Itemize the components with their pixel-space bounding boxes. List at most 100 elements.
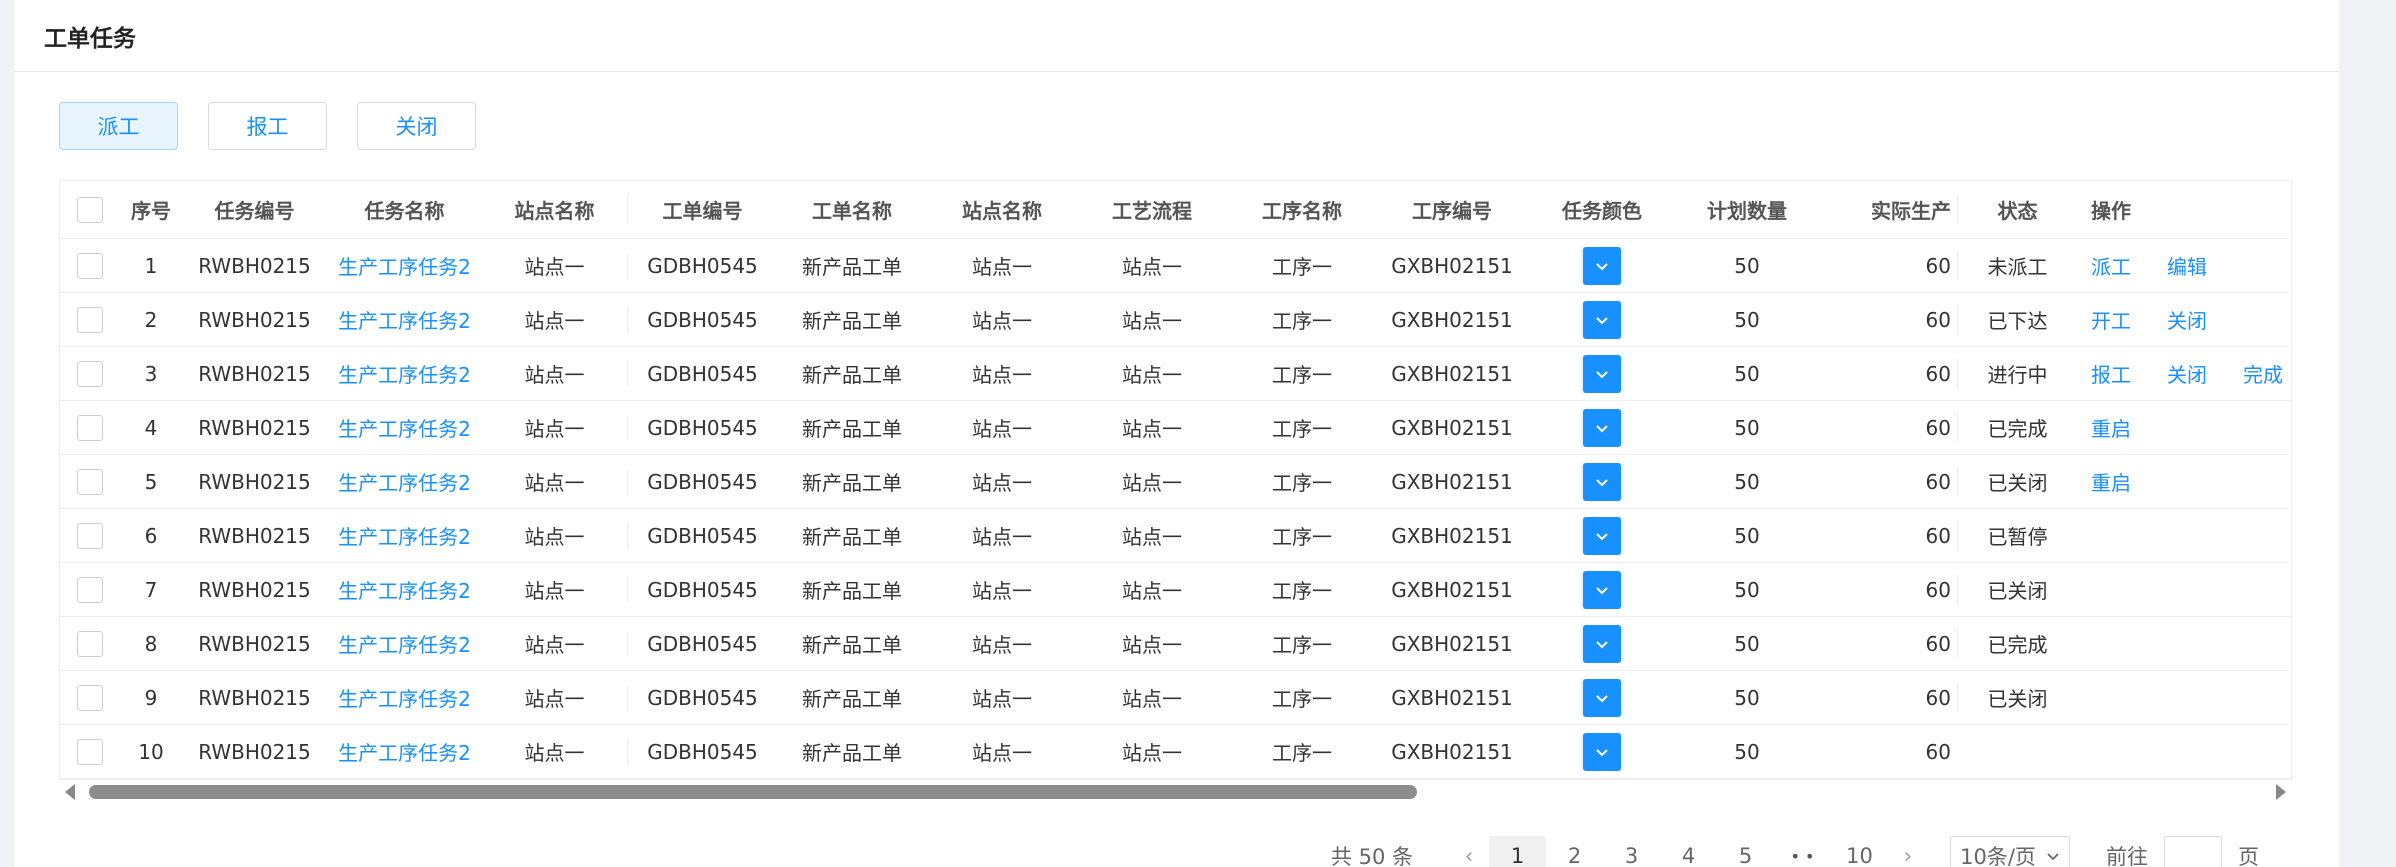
cell-wo-code: GDBH0545 [627, 523, 777, 548]
cell-task-code: RWBH0215 [198, 523, 311, 548]
task-color-picker[interactable] [1583, 354, 1621, 393]
row-checkbox[interactable] [77, 630, 103, 657]
task-name-link[interactable]: 生产工序任务2 [327, 575, 482, 604]
task-color-picker[interactable] [1583, 462, 1621, 501]
task-color-picker[interactable] [1583, 516, 1621, 555]
scroll-thumb[interactable] [89, 785, 1417, 799]
cell-wo-name: 新产品工单 [802, 417, 902, 441]
prev-page-button[interactable]: ‹ [1449, 844, 1489, 867]
task-name-link[interactable]: 生产工序任务2 [327, 305, 482, 334]
task-name-link[interactable]: 生产工序任务2 [327, 413, 482, 442]
row-checkbox[interactable] [77, 414, 103, 441]
table-row[interactable]: 3 RWBH0215 生产工序任务2 站点一 GDBH0545 新产品工单 站点一 站点一 工序… [60, 347, 2291, 401]
cell-site: 站点一 [524, 255, 585, 279]
cell-status: 已关闭 [1957, 575, 2077, 604]
task-color-picker[interactable] [1583, 246, 1621, 285]
cell-step-name: 工序一 [1272, 687, 1332, 711]
row-action-link[interactable]: 开工 [2091, 305, 2131, 334]
column-header[interactable]: 站点名称 [927, 195, 1077, 224]
chevron-down-icon [1596, 316, 1608, 324]
scroll-right-icon[interactable] [2276, 784, 2286, 800]
task-color-picker[interactable] [1583, 624, 1621, 663]
cell-step-name: 工序一 [1272, 417, 1332, 441]
row-checkbox[interactable] [77, 738, 103, 765]
row-action-link[interactable]: 编辑 [2167, 251, 2207, 280]
table-row[interactable]: 1 RWBH0215 生产工序任务2 站点一 GDBH0545 新产品工单 站点一 站点一 工序… [60, 239, 2291, 293]
table-row[interactable]: 7 RWBH0215 生产工序任务2 站点一 GDBH0545 新产品工单 站点一 站点一 工序… [60, 563, 2291, 617]
page-last[interactable]: 10 [1831, 844, 1888, 867]
page-number[interactable]: 1 [1489, 836, 1546, 867]
task-name-link[interactable]: 生产工序任务2 [327, 683, 482, 712]
column-header[interactable]: 任务名称 [327, 195, 482, 224]
task-name-link[interactable]: 生产工序任务2 [327, 251, 482, 280]
task-name-link[interactable]: 生产工序任务2 [327, 737, 482, 766]
row-action-link[interactable]: 报工 [2091, 359, 2131, 388]
cell-no: 1 [144, 253, 158, 278]
table-row[interactable]: 10 RWBH0215 生产工序任务2 站点一 GDBH0545 新产品工单 站点一 站点一 工… [60, 725, 2291, 779]
row-action-link[interactable]: 完成 [2243, 359, 2283, 388]
cell-wo-name: 新产品工单 [802, 309, 902, 333]
next-page-button[interactable]: › [1888, 844, 1928, 867]
column-header[interactable]: 状态 [1957, 195, 2077, 224]
column-header[interactable]: 工序编号 [1377, 195, 1527, 224]
column-header[interactable]: 实际生产 [1817, 195, 1957, 224]
task-name-link[interactable]: 生产工序任务2 [327, 467, 482, 496]
horizontal-scrollbar[interactable] [59, 780, 2292, 804]
task-color-picker[interactable] [1583, 732, 1621, 771]
column-header[interactable]: 工单编号 [627, 195, 777, 224]
task-color-cell [1527, 624, 1677, 663]
table-row[interactable]: 2 RWBH0215 生产工序任务2 站点一 GDBH0545 新产品工单 站点一 站点一 工序… [60, 293, 2291, 347]
row-checkbox[interactable] [77, 684, 103, 711]
row-checkbox[interactable] [77, 306, 103, 333]
close-button[interactable]: 关闭 [357, 102, 476, 150]
scroll-left-icon[interactable] [65, 784, 75, 800]
select-all-checkbox[interactable] [77, 196, 103, 223]
task-color-picker[interactable] [1583, 300, 1621, 339]
row-checkbox[interactable] [77, 576, 103, 603]
row-checkbox[interactable] [77, 360, 103, 387]
task-name-link[interactable]: 生产工序任务2 [327, 629, 482, 658]
column-header[interactable]: 操作 [2077, 195, 2291, 224]
row-action-link[interactable]: 重启 [2091, 413, 2131, 442]
cell-wo-name: 新产品工单 [802, 687, 902, 711]
table-row[interactable]: 9 RWBH0215 生产工序任务2 站点一 GDBH0545 新产品工单 站点一 站点一 工序… [60, 671, 2291, 725]
table-row[interactable]: 4 RWBH0215 生产工序任务2 站点一 GDBH0545 新产品工单 站点一 站点一 工序… [60, 401, 2291, 455]
task-name-link[interactable]: 生产工序任务2 [327, 521, 482, 550]
pagination-ellipsis[interactable]: • • [1774, 847, 1831, 866]
scroll-track[interactable] [89, 785, 2262, 799]
page-size-select[interactable]: 10条/页 [1950, 836, 2070, 867]
report-button[interactable]: 报工 [208, 102, 327, 150]
row-checkbox[interactable] [77, 522, 103, 549]
table-row[interactable]: 6 RWBH0215 生产工序任务2 站点一 GDBH0545 新产品工单 站点一 站点一 工序… [60, 509, 2291, 563]
column-header[interactable]: 序号 [120, 195, 182, 224]
task-color-cell [1527, 408, 1677, 447]
table-row[interactable]: 8 RWBH0215 生产工序任务2 站点一 GDBH0545 新产品工单 站点一 站点一 工序… [60, 617, 2291, 671]
row-action-link[interactable]: 重启 [2091, 467, 2131, 496]
column-header[interactable]: 计划数量 [1677, 195, 1817, 224]
row-action-link[interactable]: 关闭 [2167, 305, 2207, 334]
row-checkbox[interactable] [77, 252, 103, 279]
column-header[interactable]: 工序名称 [1227, 195, 1377, 224]
row-action-link[interactable]: 派工 [2091, 251, 2131, 280]
column-header[interactable]: 任务编号 [182, 195, 327, 224]
page-number[interactable]: 3 [1603, 844, 1660, 867]
column-header[interactable]: 任务颜色 [1527, 195, 1677, 224]
page-number[interactable]: 4 [1660, 844, 1717, 867]
column-header[interactable]: 工单名称 [777, 195, 927, 224]
table-row[interactable]: 5 RWBH0215 生产工序任务2 站点一 GDBH0545 新产品工单 站点一 站点一 工序… [60, 455, 2291, 509]
chevron-down-icon [2047, 853, 2059, 861]
row-action-link[interactable]: 关闭 [2167, 359, 2207, 388]
column-header[interactable]: 工艺流程 [1077, 195, 1227, 224]
task-color-picker[interactable] [1583, 570, 1621, 609]
column-header[interactable]: 站点名称 [482, 195, 627, 224]
task-name-link[interactable]: 生产工序任务2 [327, 359, 482, 388]
task-color-picker[interactable] [1583, 678, 1621, 717]
goto-page-input[interactable] [2164, 836, 2222, 867]
cell-task-code: RWBH0215 [198, 361, 311, 386]
task-color-picker[interactable] [1583, 408, 1621, 447]
page-number[interactable]: 5 [1717, 844, 1774, 867]
cell-step-code: GXBH02151 [1391, 415, 1513, 440]
page-number[interactable]: 2 [1546, 844, 1603, 867]
dispatch-button[interactable]: 派工 [59, 102, 178, 150]
row-checkbox[interactable] [77, 468, 103, 495]
